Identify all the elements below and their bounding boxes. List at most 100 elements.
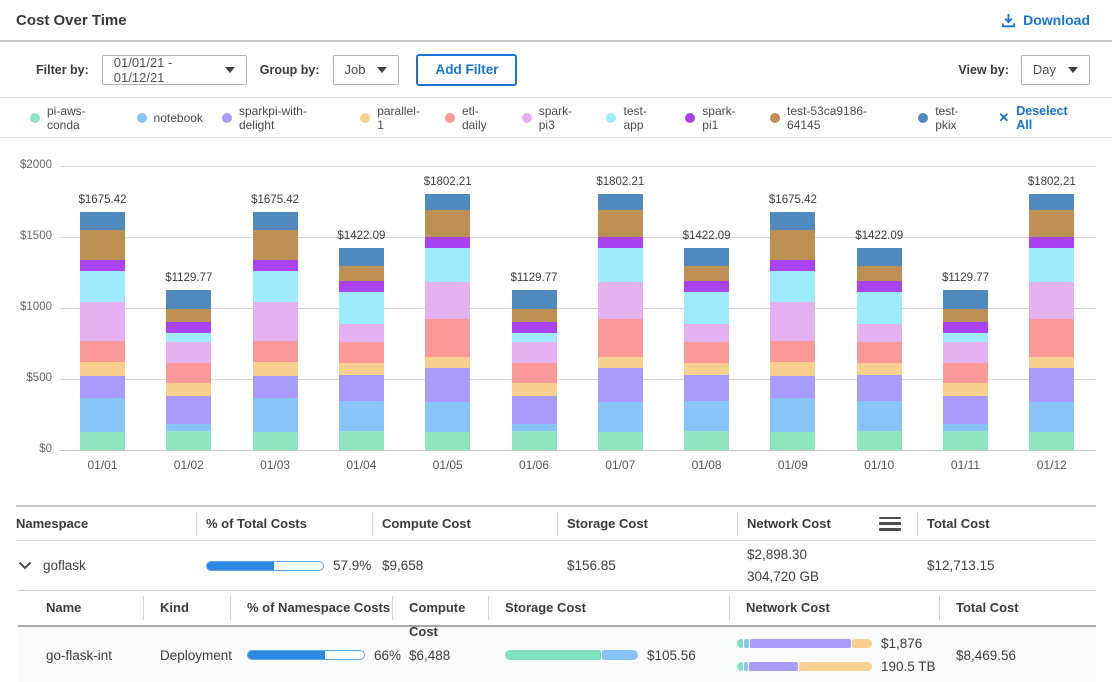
- bar-segment[interactable]: [425, 194, 470, 210]
- bar-segment[interactable]: [1029, 402, 1074, 432]
- bar-segment[interactable]: [684, 363, 729, 375]
- bar-segment[interactable]: [1029, 210, 1074, 237]
- bar-segment[interactable]: [80, 362, 125, 376]
- bar-segment[interactable]: [684, 375, 729, 401]
- bar-segment[interactable]: [943, 322, 988, 333]
- bar-segment[interactable]: [770, 271, 815, 302]
- bar-segment[interactable]: [512, 424, 557, 431]
- group-by-select[interactable]: Job: [333, 55, 400, 85]
- date-range-select[interactable]: 01/01/21 - 01/12/21: [102, 55, 247, 85]
- bar-segment[interactable]: [684, 266, 729, 280]
- legend-item[interactable]: notebook: [137, 111, 203, 125]
- bar-segment[interactable]: [943, 333, 988, 342]
- bar-segment[interactable]: [598, 237, 643, 248]
- bar-segment[interactable]: [512, 290, 557, 309]
- bar-segment[interactable]: [770, 341, 815, 361]
- bar-segment[interactable]: [1029, 357, 1074, 369]
- bar-segment[interactable]: [598, 357, 643, 369]
- bar-segment[interactable]: [598, 402, 643, 432]
- bar-segment[interactable]: [166, 290, 211, 309]
- legend-item[interactable]: etl-daily: [445, 104, 503, 132]
- bar-segment[interactable]: [80, 376, 125, 399]
- bar-segment[interactable]: [857, 281, 902, 292]
- bar-segment[interactable]: [684, 401, 729, 432]
- bar-segment[interactable]: [166, 342, 211, 363]
- bar-segment[interactable]: [339, 292, 384, 324]
- bar-segment[interactable]: [857, 324, 902, 342]
- bar-segment[interactable]: [425, 432, 470, 450]
- bar-segment[interactable]: [425, 210, 470, 237]
- bar-segment[interactable]: [166, 363, 211, 383]
- bar-segment[interactable]: [339, 342, 384, 363]
- bar-segment[interactable]: [684, 431, 729, 450]
- bar-segment[interactable]: [857, 431, 902, 450]
- bar-segment[interactable]: [80, 398, 125, 431]
- bar-segment[interactable]: [253, 230, 298, 259]
- bar-segment[interactable]: [684, 281, 729, 292]
- legend-item[interactable]: spark-pi3: [522, 104, 588, 132]
- bar-segment[interactable]: [512, 309, 557, 323]
- menu-icon[interactable]: [879, 517, 901, 531]
- bar-segment[interactable]: [943, 383, 988, 397]
- bar-segment[interactable]: [425, 402, 470, 432]
- bar-segment[interactable]: [770, 398, 815, 431]
- bar-segment[interactable]: [943, 424, 988, 431]
- bar-segment[interactable]: [770, 432, 815, 450]
- bar-segment[interactable]: [943, 290, 988, 309]
- bar-segment[interactable]: [598, 210, 643, 237]
- bar-segment[interactable]: [943, 342, 988, 363]
- deselect-all-button[interactable]: ✕ Deselect All: [998, 104, 1086, 132]
- bar-segment[interactable]: [857, 401, 902, 432]
- bar-segment[interactable]: [512, 383, 557, 397]
- bar-segment[interactable]: [253, 432, 298, 450]
- legend-item[interactable]: test-pkix: [918, 104, 979, 132]
- bar-segment[interactable]: [598, 319, 643, 356]
- bar-segment[interactable]: [598, 282, 643, 320]
- bar-segment[interactable]: [339, 375, 384, 401]
- bar-segment[interactable]: [253, 260, 298, 271]
- bar-segment[interactable]: [425, 319, 470, 356]
- bar-segment[interactable]: [425, 248, 470, 281]
- bar-segment[interactable]: [770, 302, 815, 342]
- add-filter-button[interactable]: Add Filter: [416, 54, 517, 86]
- bar-segment[interactable]: [1029, 319, 1074, 356]
- bar-segment[interactable]: [770, 212, 815, 230]
- bar-segment[interactable]: [770, 260, 815, 271]
- bar-segment[interactable]: [425, 237, 470, 248]
- bar-segment[interactable]: [512, 322, 557, 333]
- bar-segment[interactable]: [684, 324, 729, 342]
- bar-segment[interactable]: [166, 322, 211, 333]
- bar-segment[interactable]: [857, 248, 902, 266]
- bar-segment[interactable]: [339, 401, 384, 432]
- legend-item[interactable]: spark-pi1: [685, 104, 751, 132]
- bar-segment[interactable]: [512, 431, 557, 450]
- bar-segment[interactable]: [339, 266, 384, 280]
- bar-segment[interactable]: [512, 363, 557, 383]
- bar-segment[interactable]: [80, 341, 125, 361]
- bar-segment[interactable]: [857, 342, 902, 363]
- bar-segment[interactable]: [425, 282, 470, 320]
- bar-segment[interactable]: [253, 341, 298, 361]
- bar-segment[interactable]: [943, 396, 988, 423]
- bar-segment[interactable]: [598, 368, 643, 402]
- bar-segment[interactable]: [770, 230, 815, 259]
- legend-item[interactable]: sparkpi-with-delight: [222, 104, 341, 132]
- bar-segment[interactable]: [425, 357, 470, 369]
- download-button[interactable]: Download: [1001, 12, 1090, 28]
- bar-segment[interactable]: [253, 398, 298, 431]
- bar-segment[interactable]: [80, 302, 125, 342]
- bar-segment[interactable]: [166, 396, 211, 423]
- bar-segment[interactable]: [1029, 248, 1074, 281]
- bar-segment[interactable]: [512, 333, 557, 342]
- bar-segment[interactable]: [339, 248, 384, 266]
- bar-segment[interactable]: [253, 271, 298, 302]
- bar-segment[interactable]: [857, 375, 902, 401]
- bar-segment[interactable]: [80, 432, 125, 450]
- bar-segment[interactable]: [598, 194, 643, 210]
- bar-segment[interactable]: [253, 212, 298, 230]
- bar-segment[interactable]: [684, 342, 729, 363]
- legend-item[interactable]: test-53ca9186-64145: [770, 104, 899, 132]
- bar-segment[interactable]: [943, 309, 988, 323]
- bar-segment[interactable]: [684, 292, 729, 324]
- bar-segment[interactable]: [857, 363, 902, 375]
